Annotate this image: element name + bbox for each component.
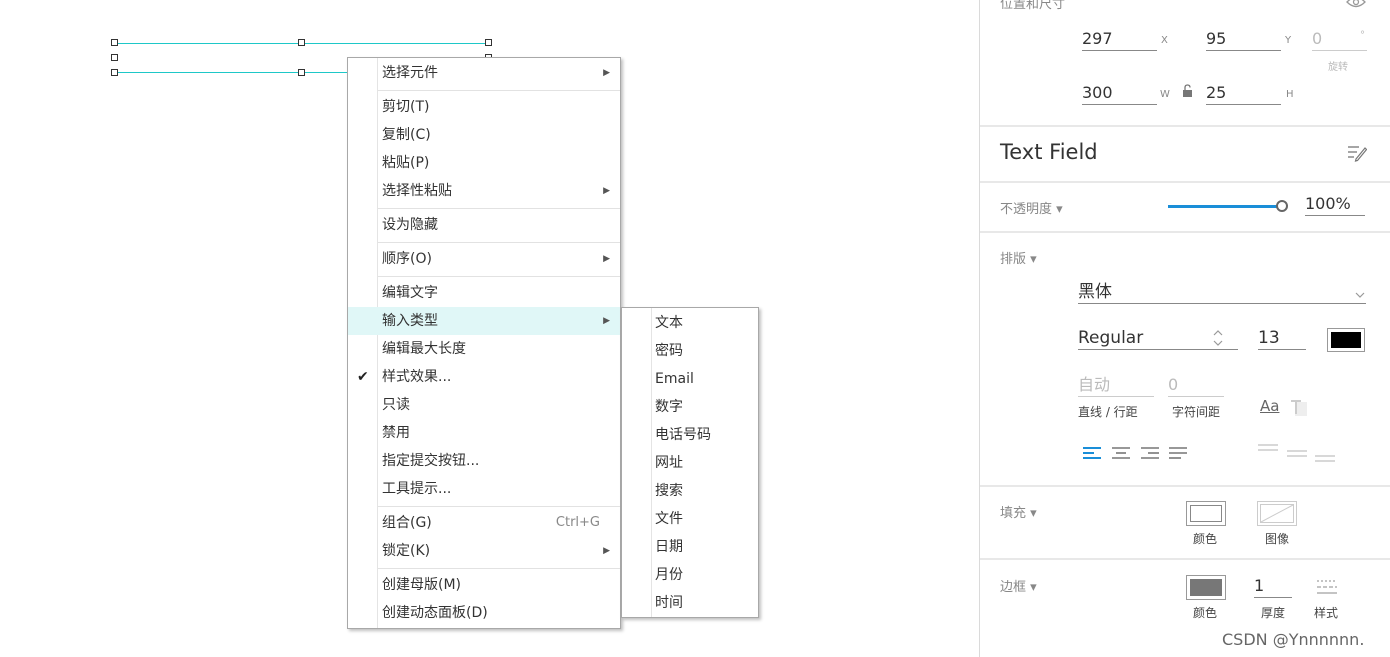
menu-item-submit-button[interactable]: 指定提交按钮... <box>348 447 620 475</box>
typography-label: 排版 ▾ <box>1000 252 1037 267</box>
w-label: W <box>1160 89 1170 100</box>
width-input[interactable]: 300 <box>1082 82 1157 105</box>
eye-icon[interactable] <box>1346 0 1366 9</box>
menu-item-edit-text[interactable]: 编辑文字 <box>348 279 620 307</box>
menu-item-set-hidden[interactable]: 设为隐藏 <box>348 211 620 239</box>
submenu-arrow-icon: ▶ <box>603 68 610 78</box>
rotation-unit: ° <box>1360 30 1365 41</box>
align-justify-icon[interactable] <box>1168 446 1188 460</box>
line-height-label: 直线 / 行距 <box>1078 405 1138 419</box>
menu-item-lock[interactable]: 锁定(K) ▶ <box>348 537 620 565</box>
input-type-date[interactable]: 日期 <box>622 533 758 561</box>
border-style-icon[interactable] <box>1316 578 1338 596</box>
menu-item-style-effects[interactable]: ✔ 样式效果... <box>348 363 620 391</box>
rotation-input[interactable]: 0 <box>1312 28 1367 51</box>
edit-notes-icon[interactable] <box>1347 144 1367 162</box>
x-input[interactable]: 297 <box>1082 28 1157 51</box>
section-title-position: 位置和尺寸 <box>1000 0 1066 12</box>
checkmark-icon: ✔ <box>357 369 369 385</box>
resize-handle-s[interactable] <box>298 69 305 76</box>
fill-image-label: 图像 <box>1265 532 1290 546</box>
context-menu: 选择元件 ▶ 剪切(T) 复制(C) 粘贴(P) 选择性粘贴 ▶ 设为隐藏 顺序… <box>347 57 621 629</box>
menu-item-paste[interactable]: 粘贴(P) <box>348 149 620 177</box>
fill-image-icon[interactable] <box>1257 501 1297 526</box>
menu-item-copy[interactable]: 复制(C) <box>348 121 620 149</box>
properties-panel: 位置和尺寸 297 X 95 Y 0 ° 旋转 300 W 25 H Text … <box>979 0 1390 657</box>
shortcut-label: Ctrl+G <box>555 515 600 530</box>
resize-handle-nw[interactable] <box>111 39 118 46</box>
submenu-arrow-icon: ▶ <box>603 254 610 264</box>
x-label: X <box>1161 35 1168 46</box>
menu-item-edit-max-length[interactable]: 编辑最大长度 <box>348 335 620 363</box>
align-right-icon[interactable] <box>1140 446 1160 460</box>
input-type-month[interactable]: 月份 <box>622 561 758 589</box>
align-left-icon[interactable] <box>1082 446 1102 460</box>
letter-spacing-label: 字符间距 <box>1172 405 1221 419</box>
menu-item-create-dynamic-panel[interactable]: 创建动态面板(D) <box>348 599 620 627</box>
menu-item-read-only[interactable]: 只读 <box>348 391 620 419</box>
letter-spacing-input[interactable]: 0 <box>1168 374 1224 397</box>
input-type-url[interactable]: 网址 <box>622 449 758 477</box>
input-type-phone[interactable]: 电话号码 <box>622 421 758 449</box>
submenu-arrow-icon: ▶ <box>603 186 610 196</box>
input-type-file[interactable]: 文件 <box>622 505 758 533</box>
fill-label: 填充 ▾ <box>1000 506 1037 521</box>
menu-item-create-master[interactable]: 创建母版(M) <box>348 571 620 599</box>
y-label: Y <box>1285 35 1292 46</box>
opacity-label: 不透明度 ▾ <box>1000 202 1063 217</box>
border-thickness-input[interactable]: 1 <box>1254 575 1292 598</box>
font-color-swatch[interactable] <box>1327 328 1365 352</box>
menu-item-tooltip[interactable]: 工具提示... <box>348 475 620 503</box>
menu-item-input-type[interactable]: 输入类型 ▶ <box>348 307 620 335</box>
fill-color-label: 颜色 <box>1193 532 1218 546</box>
input-type-search[interactable]: 搜索 <box>622 477 758 505</box>
menu-item-disabled[interactable]: 禁用 <box>348 419 620 447</box>
input-type-time[interactable]: 时间 <box>622 589 758 617</box>
valign-top-icon[interactable] <box>1257 442 1279 464</box>
opacity-slider[interactable] <box>1168 200 1288 212</box>
text-t-icon[interactable] <box>1290 399 1308 417</box>
border-style-label: 样式 <box>1314 606 1339 620</box>
menu-item-select-widget[interactable]: 选择元件 ▶ <box>348 59 620 87</box>
resize-handle-w[interactable] <box>111 54 118 61</box>
menu-item-group[interactable]: 组合(G) Ctrl+G <box>348 509 620 537</box>
stepper-icon[interactable] <box>1213 328 1223 348</box>
border-label: 边框 ▾ <box>1000 580 1037 595</box>
border-color-swatch[interactable] <box>1186 575 1226 600</box>
menu-item-order[interactable]: 顺序(O) ▶ <box>348 245 620 273</box>
align-center-icon[interactable] <box>1111 446 1131 460</box>
valign-middle-icon[interactable] <box>1286 442 1308 464</box>
resize-handle-n[interactable] <box>298 39 305 46</box>
watermark: CSDN @Ynnnnnn. <box>1222 630 1365 649</box>
valign-bottom-icon[interactable] <box>1314 442 1336 464</box>
resize-handle-ne[interactable] <box>485 39 492 46</box>
menu-item-paste-special[interactable]: 选择性粘贴 ▶ <box>348 177 620 205</box>
fill-color-swatch[interactable] <box>1186 501 1226 526</box>
font-family-select[interactable]: 黑体 <box>1078 281 1366 304</box>
input-type-submenu: 文本 密码 Email 数字 电话号码 网址 搜索 文件 日期 月份 时间 <box>621 307 759 618</box>
y-input[interactable]: 95 <box>1206 28 1281 51</box>
widget-name[interactable]: Text Field <box>1000 140 1098 164</box>
chevron-down-icon <box>1355 292 1365 298</box>
input-type-email[interactable]: Email <box>622 365 758 393</box>
text-shadow-aa-icon[interactable]: Aa <box>1260 397 1279 415</box>
border-color-label: 颜色 <box>1193 606 1218 620</box>
resize-handle-sw[interactable] <box>111 69 118 76</box>
input-type-text[interactable]: 文本 <box>622 309 758 337</box>
input-type-password[interactable]: 密码 <box>622 337 758 365</box>
h-label: H <box>1286 89 1294 100</box>
menu-item-cut[interactable]: 剪切(T) <box>348 93 620 121</box>
font-size-input[interactable]: 13 <box>1258 327 1306 350</box>
submenu-arrow-icon: ▶ <box>603 316 610 326</box>
height-input[interactable]: 25 <box>1206 82 1281 105</box>
opacity-input[interactable]: 100% <box>1305 193 1365 216</box>
border-thickness-label: 厚度 <box>1261 606 1286 620</box>
input-type-number[interactable]: 数字 <box>622 393 758 421</box>
submenu-arrow-icon: ▶ <box>603 546 610 556</box>
rotation-label: 旋转 <box>1328 62 1348 73</box>
lock-open-icon[interactable] <box>1182 84 1194 98</box>
slider-knob[interactable] <box>1276 200 1288 212</box>
line-height-input[interactable]: 自动 <box>1078 374 1154 397</box>
